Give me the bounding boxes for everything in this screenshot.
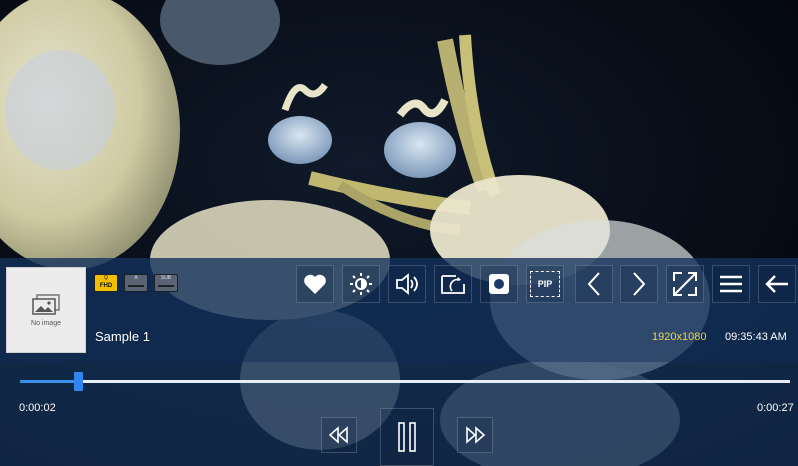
resolution-label: 1920x1080 bbox=[652, 331, 707, 343]
subtitle-badge-top: SUB bbox=[160, 275, 172, 281]
quality-badge[interactable]: Q FHD bbox=[94, 274, 118, 292]
fullscreen-button[interactable] bbox=[666, 265, 704, 303]
thumbnail-label: No image bbox=[31, 320, 61, 327]
image-placeholder-icon bbox=[32, 294, 60, 315]
quality-badge-label: FHD bbox=[99, 283, 113, 289]
record-icon bbox=[489, 274, 509, 294]
pip-icon: PIP bbox=[530, 271, 560, 297]
rewind-icon bbox=[328, 426, 348, 444]
pip-button[interactable]: PIP bbox=[526, 265, 564, 303]
subtitle-badge[interactable]: SUB bbox=[154, 274, 178, 292]
next-icon bbox=[633, 272, 646, 296]
next-button[interactable] bbox=[620, 265, 658, 303]
brightness-icon bbox=[350, 273, 372, 295]
quality-badge-top: Q bbox=[104, 275, 108, 281]
seek-bar[interactable] bbox=[20, 380, 790, 383]
volume-icon bbox=[396, 273, 418, 295]
previous-button[interactable] bbox=[575, 265, 613, 303]
fast-forward-button[interactable] bbox=[457, 417, 493, 453]
favorite-button[interactable] bbox=[296, 265, 334, 303]
back-icon bbox=[765, 275, 788, 293]
audio-badge-bar bbox=[128, 285, 144, 287]
brightness-button[interactable] bbox=[342, 265, 380, 303]
rotate-button[interactable] bbox=[434, 265, 472, 303]
rotate-icon bbox=[441, 275, 465, 294]
record-button[interactable] bbox=[480, 265, 518, 303]
heart-icon bbox=[304, 274, 326, 294]
menu-button[interactable] bbox=[712, 265, 750, 303]
total-duration: 0:00:27 bbox=[757, 402, 794, 414]
previous-icon bbox=[587, 272, 600, 296]
rewind-button[interactable] bbox=[321, 417, 357, 453]
clock-label: 09:35:43 AM bbox=[725, 331, 787, 343]
fullscreen-icon bbox=[673, 272, 697, 296]
back-button[interactable] bbox=[758, 265, 796, 303]
pause-button[interactable] bbox=[380, 408, 434, 466]
audio-track-badge[interactable]: A bbox=[124, 274, 148, 292]
menu-icon bbox=[720, 275, 742, 293]
pause-icon bbox=[398, 422, 416, 452]
media-thumbnail: No image bbox=[6, 267, 86, 353]
current-time: 0:00:02 bbox=[19, 402, 56, 414]
seek-bar-progress bbox=[20, 380, 78, 383]
fast-forward-icon bbox=[466, 426, 486, 444]
volume-button[interactable] bbox=[388, 265, 426, 303]
audio-badge-top: A bbox=[134, 275, 138, 281]
subtitle-badge-bar bbox=[158, 285, 174, 287]
seek-handle[interactable] bbox=[73, 372, 83, 391]
media-title: Sample 1 bbox=[95, 329, 150, 344]
